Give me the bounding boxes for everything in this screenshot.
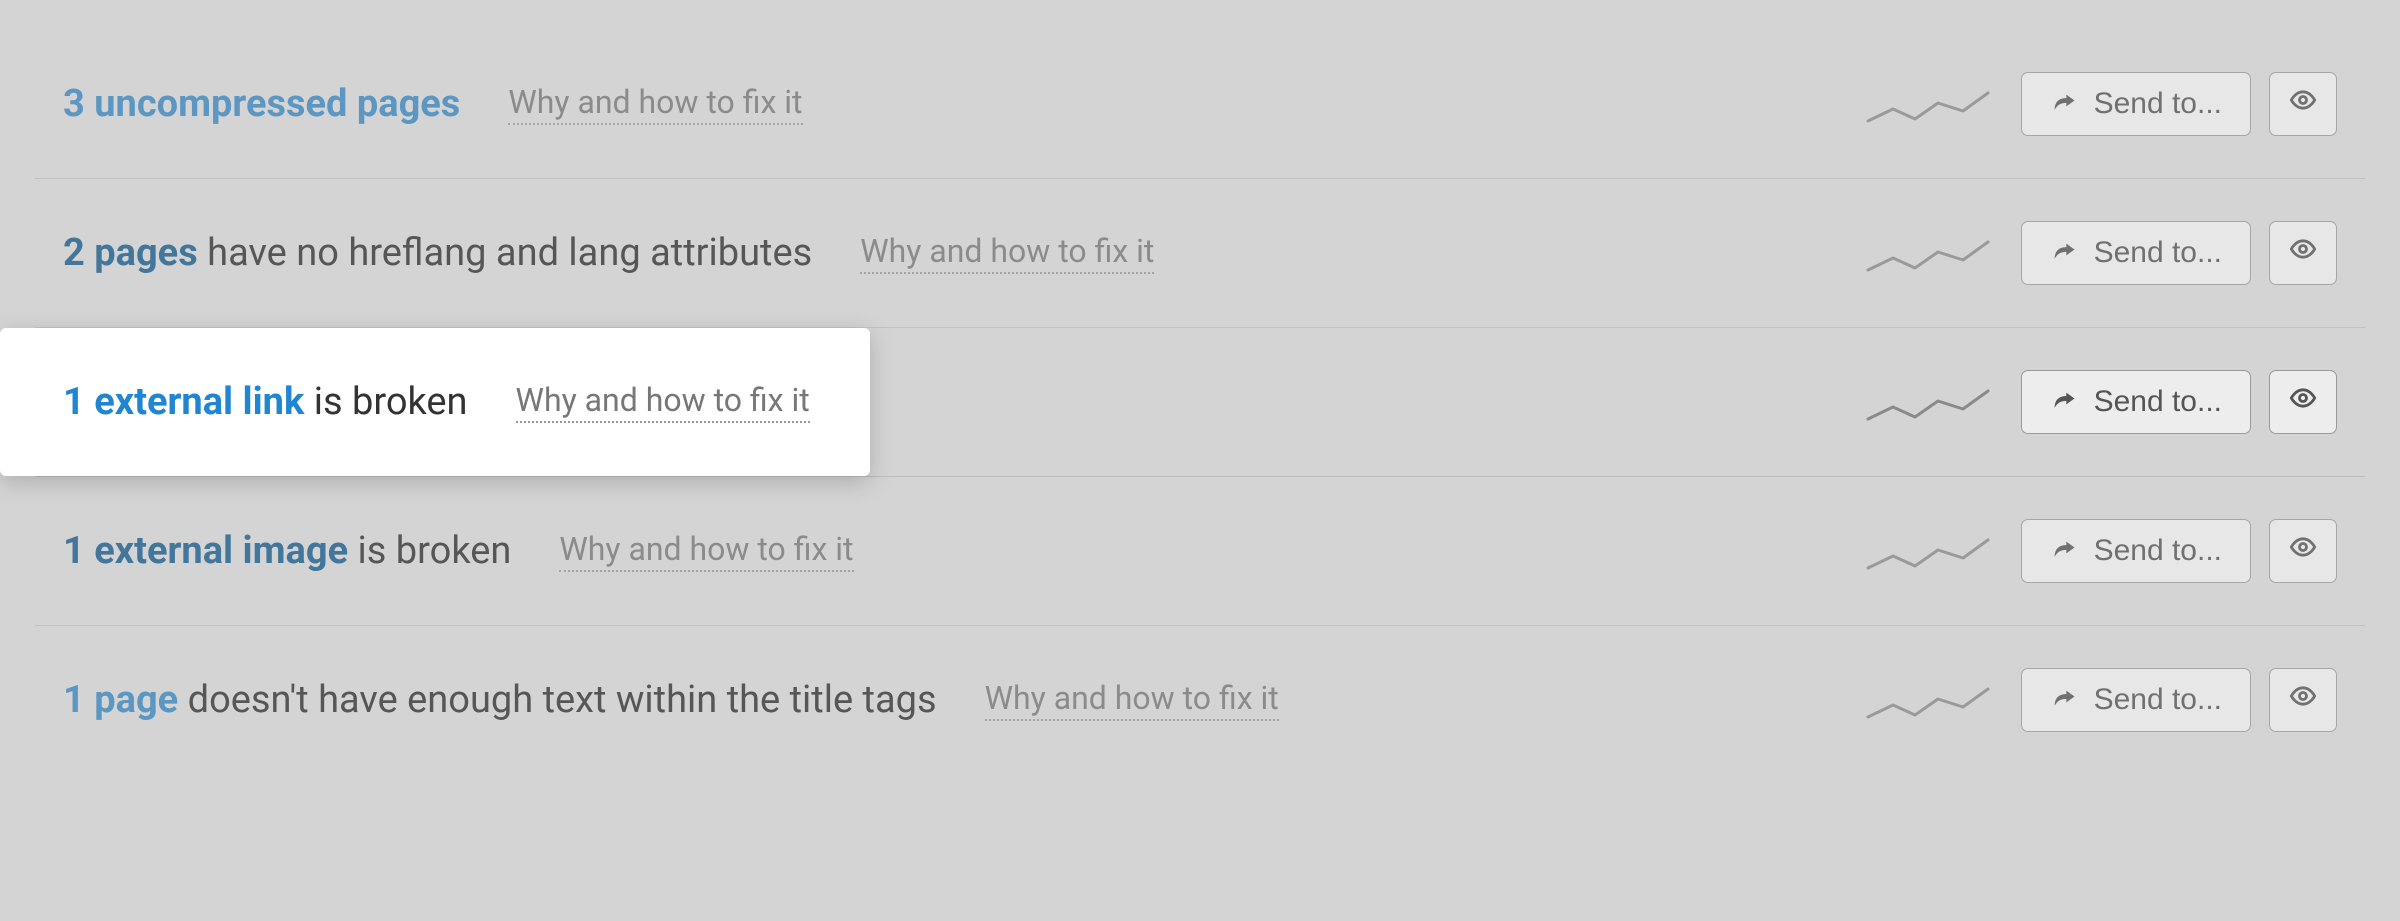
share-arrow-icon bbox=[2050, 239, 2078, 267]
send-to-label: Send to... bbox=[2094, 87, 2222, 121]
send-to-button[interactable]: Send to... bbox=[2021, 72, 2251, 136]
view-button[interactable] bbox=[2269, 668, 2337, 732]
issues-list: 3 uncompressed pages Why and how to fix … bbox=[0, 0, 2400, 774]
sparkline-chart bbox=[1863, 377, 1993, 427]
issue-label: external image bbox=[94, 529, 348, 573]
sparkline-chart bbox=[1863, 675, 1993, 725]
issue-count: 3 bbox=[63, 82, 85, 126]
issue-count: 1 bbox=[63, 529, 85, 573]
fix-it-link[interactable]: Why and how to fix it bbox=[860, 232, 1154, 274]
fix-it-link[interactable]: Why and how to fix it bbox=[985, 679, 1279, 721]
issue-title[interactable]: 1 external link is broken bbox=[63, 380, 468, 424]
issue-label: pages bbox=[94, 231, 197, 275]
eye-icon bbox=[2289, 235, 2317, 271]
sparkline-chart bbox=[1863, 228, 1993, 278]
issue-title[interactable]: 3 uncompressed pages bbox=[63, 82, 460, 126]
issue-suffix: is broken bbox=[314, 380, 468, 424]
issue-row: 2 pages have no hreflang and lang attrib… bbox=[35, 179, 2365, 328]
eye-icon bbox=[2289, 384, 2317, 420]
send-to-button[interactable]: Send to... bbox=[2021, 519, 2251, 583]
view-button[interactable] bbox=[2269, 72, 2337, 136]
issue-title[interactable]: 1 page doesn't have enough text within t… bbox=[63, 678, 937, 722]
view-button[interactable] bbox=[2269, 370, 2337, 434]
view-button[interactable] bbox=[2269, 519, 2337, 583]
fix-it-link[interactable]: Why and how to fix it bbox=[516, 381, 810, 423]
issue-title[interactable]: 2 pages have no hreflang and lang attrib… bbox=[63, 231, 812, 275]
share-arrow-icon bbox=[2050, 686, 2078, 714]
issue-label: external link bbox=[94, 380, 304, 424]
issue-row: 1 page doesn't have enough text within t… bbox=[35, 626, 2365, 774]
send-to-label: Send to... bbox=[2094, 683, 2222, 717]
send-to-label: Send to... bbox=[2094, 534, 2222, 568]
issue-count: 1 bbox=[63, 678, 85, 722]
send-to-button[interactable]: Send to... bbox=[2021, 668, 2251, 732]
issue-title[interactable]: 1 external image is broken bbox=[63, 529, 511, 573]
share-arrow-icon bbox=[2050, 537, 2078, 565]
send-to-button[interactable]: Send to... bbox=[2021, 370, 2251, 434]
issue-row: 3 uncompressed pages Why and how to fix … bbox=[35, 30, 2365, 179]
eye-icon bbox=[2289, 86, 2317, 122]
issue-suffix: have no hreflang and lang attributes bbox=[207, 231, 812, 275]
issue-label: uncompressed pages bbox=[94, 82, 460, 126]
send-to-button[interactable]: Send to... bbox=[2021, 221, 2251, 285]
fix-it-link[interactable]: Why and how to fix it bbox=[508, 83, 802, 125]
issue-row: 1 external image is broken Why and how t… bbox=[35, 477, 2365, 626]
send-to-label: Send to... bbox=[2094, 385, 2222, 419]
share-arrow-icon bbox=[2050, 388, 2078, 416]
sparkline-chart bbox=[1863, 526, 1993, 576]
issue-label: page bbox=[94, 678, 178, 722]
issue-suffix: is broken bbox=[358, 529, 512, 573]
view-button[interactable] bbox=[2269, 221, 2337, 285]
share-arrow-icon bbox=[2050, 90, 2078, 118]
sparkline-chart bbox=[1863, 79, 1993, 129]
issue-suffix: doesn't have enough text within the titl… bbox=[188, 678, 937, 722]
issue-row: 1 external link is broken Why and how to… bbox=[35, 328, 2365, 477]
send-to-label: Send to... bbox=[2094, 236, 2222, 270]
issue-count: 1 bbox=[63, 380, 85, 424]
eye-icon bbox=[2289, 533, 2317, 569]
issue-count: 2 bbox=[63, 231, 85, 275]
eye-icon bbox=[2289, 682, 2317, 718]
fix-it-link[interactable]: Why and how to fix it bbox=[559, 530, 853, 572]
